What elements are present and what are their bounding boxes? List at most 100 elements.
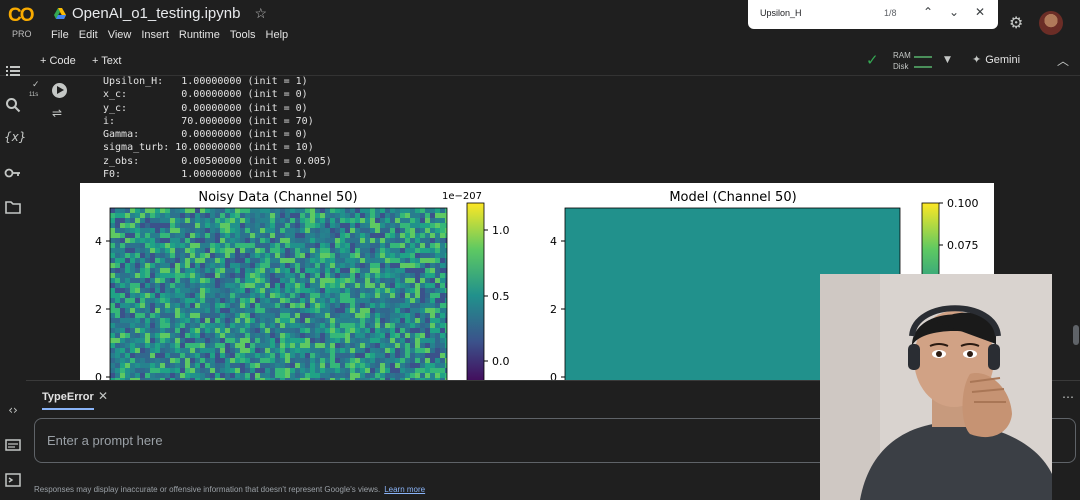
heatmap-cell [240,218,245,223]
files-icon[interactable] [4,198,22,216]
heatmap-cell [135,323,140,328]
chart2-cbar-label: 0.100 [947,197,979,210]
menu-file[interactable]: File [51,29,69,41]
runtime-dropdown-icon[interactable]: ▼ [944,55,951,65]
heatmap-cell [390,358,395,363]
heatmap-cell [120,298,125,303]
heatmap-cell [295,283,300,288]
heatmap-cell [290,268,295,273]
heatmap-cell [445,303,447,308]
colab-logo[interactable]: CO PRO [6,5,42,43]
add-code-button[interactable]: + Code [40,55,76,67]
collapse-toolbar-icon[interactable]: ︿ [1057,52,1069,69]
heatmap-cell [310,308,315,313]
heatmap-cell [160,253,165,258]
heatmap-cell [185,248,190,253]
heatmap-cell [395,308,400,313]
terminal-icon[interactable] [4,471,22,489]
heatmap-cell [240,353,245,358]
output-actions-icon[interactable]: ⇌ [52,106,62,120]
code-snippets-icon[interactable]: ‹› [4,403,22,421]
secrets-icon[interactable] [4,164,22,182]
heatmap-cell [190,348,195,353]
heatmap-cell [135,348,140,353]
heatmap-cell [120,333,125,338]
resource-monitor[interactable]: RAM Disk [893,50,911,72]
heatmap-cell [395,338,400,343]
heatmap-cell [130,358,135,363]
heatmap-cell [365,338,370,343]
gear-icon[interactable]: ⚙ [1009,13,1023,32]
find-query[interactable]: Upsilon_H [760,8,802,18]
find-close-icon[interactable]: ✕ [972,5,988,19]
heatmap-cell [410,268,415,273]
avatar[interactable] [1039,11,1063,35]
heatmap-cell [425,238,430,243]
search-icon[interactable] [4,96,22,114]
heatmap-cell [160,373,165,378]
heatmap-cell [280,338,285,343]
heatmap-cell [305,328,310,333]
run-cell-button[interactable] [52,83,67,98]
add-text-button[interactable]: + Text [92,55,121,67]
find-next-icon[interactable]: ⌄ [946,5,962,19]
toc-icon[interactable] [4,62,22,80]
heatmap-cell [265,213,270,218]
heatmap-cell [145,263,150,268]
heatmap-cell [405,313,410,318]
heatmap-cell [415,333,420,338]
menu-tools[interactable]: Tools [230,29,256,41]
heatmap-cell [370,363,375,368]
heatmap-cell [135,313,140,318]
heatmap-cell [365,268,370,273]
heatmap-cell [120,308,125,313]
heatmap-cell [175,238,180,243]
heatmap-cell [150,358,155,363]
heatmap-cell [445,283,447,288]
tab-typeerror[interactable]: TypeError [42,391,94,410]
heatmap-cell [300,323,305,328]
heatmap-cell [295,333,300,338]
heatmap-cell [310,348,315,353]
heatmap-cell [185,298,190,303]
gemini-button[interactable]: ✦ Gemini [972,53,1020,66]
heatmap-cell [145,353,150,358]
heatmap-cell [400,263,405,268]
find-prev-icon[interactable]: ⌃ [920,5,936,19]
heatmap-cell [280,353,285,358]
heatmap-cell [360,363,365,368]
heatmap-cell [205,323,210,328]
heatmap-cell [235,293,240,298]
heatmap-cell [190,368,195,373]
heatmap-cell [305,268,310,273]
command-palette-icon[interactable] [4,436,22,454]
menu-view[interactable]: View [108,29,132,41]
learn-more-link[interactable]: Learn more [384,485,425,494]
close-icon[interactable]: ✕ [98,389,108,403]
star-icon[interactable]: ☆ [254,5,267,22]
heatmap-cell [145,278,150,283]
heatmap-cell [190,248,195,253]
menu-edit[interactable]: Edit [79,29,98,41]
heatmap-cell [220,348,225,353]
heatmap-cell [220,238,225,243]
heatmap-cell [425,313,430,318]
scrollbar-thumb[interactable] [1073,325,1079,345]
heatmap-cell [200,353,205,358]
more-options-icon[interactable]: ⋯ [1062,390,1074,404]
heatmap-cell [410,358,415,363]
heatmap-cell [245,283,250,288]
menu-insert[interactable]: Insert [141,29,169,41]
menu-runtime[interactable]: Runtime [179,29,220,41]
variables-icon[interactable]: {x} [4,130,26,148]
notebook-title[interactable]: OpenAI_o1_testing.ipynb [72,5,240,22]
heatmap-cell [110,333,115,338]
heatmap-cell [185,278,190,283]
heatmap-cell [205,238,210,243]
heatmap-cell [385,248,390,253]
heatmap-cell [125,248,130,253]
menu-help[interactable]: Help [266,29,289,41]
heatmap-cell [350,293,355,298]
heatmap-cell [280,263,285,268]
heatmap-cell [160,363,165,368]
